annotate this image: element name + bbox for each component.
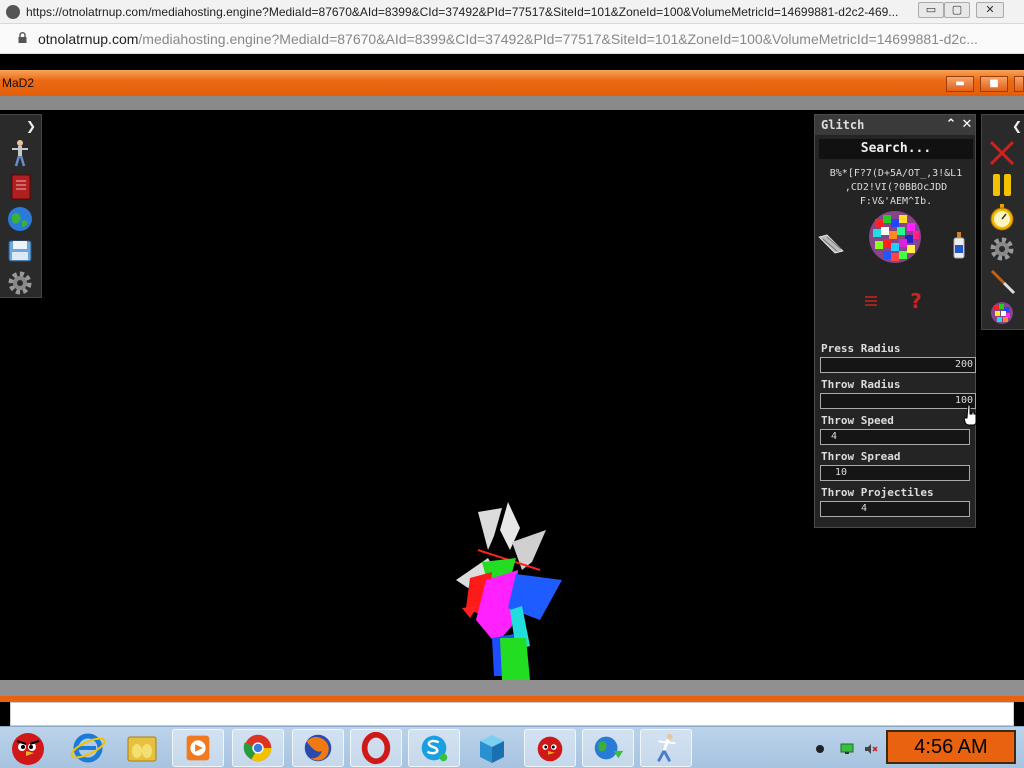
app-bottom-band: [0, 680, 1024, 696]
field-label-throw-projectiles: Throw Projectiles: [821, 486, 934, 499]
help-icon[interactable]: ?: [907, 291, 925, 311]
address-path: /mediahosting.engine?MediaId=87670&AId=8…: [138, 31, 978, 47]
app-title: MaD2: [2, 76, 35, 90]
file-explorer-icon[interactable]: [116, 729, 168, 767]
lock-icon: [18, 32, 27, 43]
code-line: ,CD2!VI(?0BBOcJDD: [844, 182, 948, 193]
media-player-icon[interactable]: [172, 729, 224, 767]
book-icon[interactable]: [6, 173, 34, 201]
blob-icon[interactable]: [988, 299, 1016, 327]
desktop: https://otnolatrnup.com/mediahosting.eng…: [0, 0, 1024, 768]
angry-birds-start-icon[interactable]: [2, 729, 54, 767]
gear-icon[interactable]: [988, 235, 1016, 263]
app-top-band: [0, 96, 1024, 110]
opera-icon[interactable]: [350, 729, 402, 767]
app-close-button[interactable]: [1014, 76, 1024, 92]
field-label-throw-speed: Throw Speed: [821, 414, 894, 427]
taskbar-clock[interactable]: 4:56 AM: [886, 730, 1016, 764]
app-title-bar: MaD2 ▬ ■: [0, 70, 1024, 96]
globe-download-icon[interactable]: [582, 729, 634, 767]
browser-maximize-button[interactable]: ▢: [944, 2, 970, 18]
stickman-app-icon[interactable]: [640, 729, 692, 767]
shard-white: [512, 530, 546, 570]
app-maximize-button[interactable]: ■: [980, 76, 1008, 92]
internet-explorer-icon[interactable]: [62, 729, 114, 767]
taskbar: [0, 726, 1024, 768]
code-line: F:V&'AEM^Ib.: [859, 196, 933, 207]
wing-icon[interactable]: [817, 229, 845, 257]
status-strip: [10, 702, 1014, 726]
angry-birds-icon[interactable]: [524, 729, 576, 767]
stickman-icon[interactable]: [6, 139, 34, 167]
app-minimize-button[interactable]: ▬: [946, 76, 974, 92]
save-icon[interactable]: [6, 237, 34, 265]
address-host: otnolatrnup.com: [38, 31, 139, 47]
hand-cursor-icon: [964, 404, 977, 426]
throw-radius-input[interactable]: 100: [820, 393, 976, 409]
browser-title-bar: https://otnolatrnup.com/mediahosting.eng…: [0, 0, 1024, 24]
list-menu-icon[interactable]: [863, 293, 879, 309]
glue-bottle-icon[interactable]: [951, 231, 967, 259]
press-radius-input[interactable]: 200: [820, 357, 976, 373]
browser-title-url: https://otnolatrnup.com/mediahosting.eng…: [26, 5, 899, 19]
throw-projectiles-input[interactable]: 4: [820, 501, 970, 517]
address-bar[interactable]: otnolatrnup.com/mediahosting.engine?Medi…: [0, 24, 1024, 54]
browser-minimize-button[interactable]: ▭: [918, 2, 944, 18]
panel-header: Glitch ⌃ ✕: [815, 115, 975, 135]
right-toolbar: ❮: [981, 114, 1024, 330]
panel-collapse-button[interactable]: ⌃: [943, 117, 959, 133]
panel-close-button[interactable]: ✕: [959, 117, 975, 133]
globe-icon[interactable]: [6, 205, 34, 233]
gear-icon[interactable]: [6, 269, 34, 297]
item-code-text: B%*[F?7(D+5A/OT_,3!&L1 ,CD2!VI(?0BBOcJDD…: [817, 167, 975, 209]
pause-icon[interactable]: [988, 171, 1016, 199]
network-icon[interactable]: [840, 743, 854, 755]
knife-icon[interactable]: [988, 267, 1016, 295]
code-line: B%*[F?7(D+5A/OT_,3!&L1: [829, 168, 963, 179]
chrome-icon[interactable]: [232, 729, 284, 767]
shard-green: [500, 638, 530, 680]
volume-muted-icon[interactable]: [864, 743, 878, 755]
panel-title: Glitch: [821, 118, 865, 132]
field-label-throw-spread: Throw Spread: [821, 450, 901, 463]
collapse-toolbar-button[interactable]: ❮: [1012, 119, 1024, 133]
stopwatch-icon[interactable]: [988, 203, 1016, 231]
box-app-icon[interactable]: [466, 729, 518, 767]
browser-globe-icon: [6, 5, 20, 19]
throw-speed-input[interactable]: 4: [820, 429, 970, 445]
tray-dot-icon[interactable]: [814, 743, 826, 755]
left-toolbar: ❯: [0, 114, 42, 298]
expand-toolbar-button[interactable]: ❯: [24, 119, 38, 133]
field-label-press-radius: Press Radius: [821, 342, 901, 355]
throw-spread-input[interactable]: 10: [820, 465, 970, 481]
address-url[interactable]: otnolatrnup.com/mediahosting.engine?Medi…: [38, 31, 1018, 47]
browser-close-button[interactable]: ✕: [976, 2, 1004, 18]
search-input[interactable]: Search...: [819, 139, 973, 159]
shard-white: [478, 508, 502, 550]
skype-icon[interactable]: [408, 729, 460, 767]
glitch-panel: Glitch ⌃ ✕ Search... B%*[F?7(D+5A/OT_,3!…: [814, 114, 976, 528]
close-x-icon[interactable]: [988, 139, 1016, 167]
glitch-blob-icon[interactable]: [865, 209, 925, 265]
firefox-icon[interactable]: [292, 729, 344, 767]
field-label-throw-radius: Throw Radius: [821, 378, 901, 391]
